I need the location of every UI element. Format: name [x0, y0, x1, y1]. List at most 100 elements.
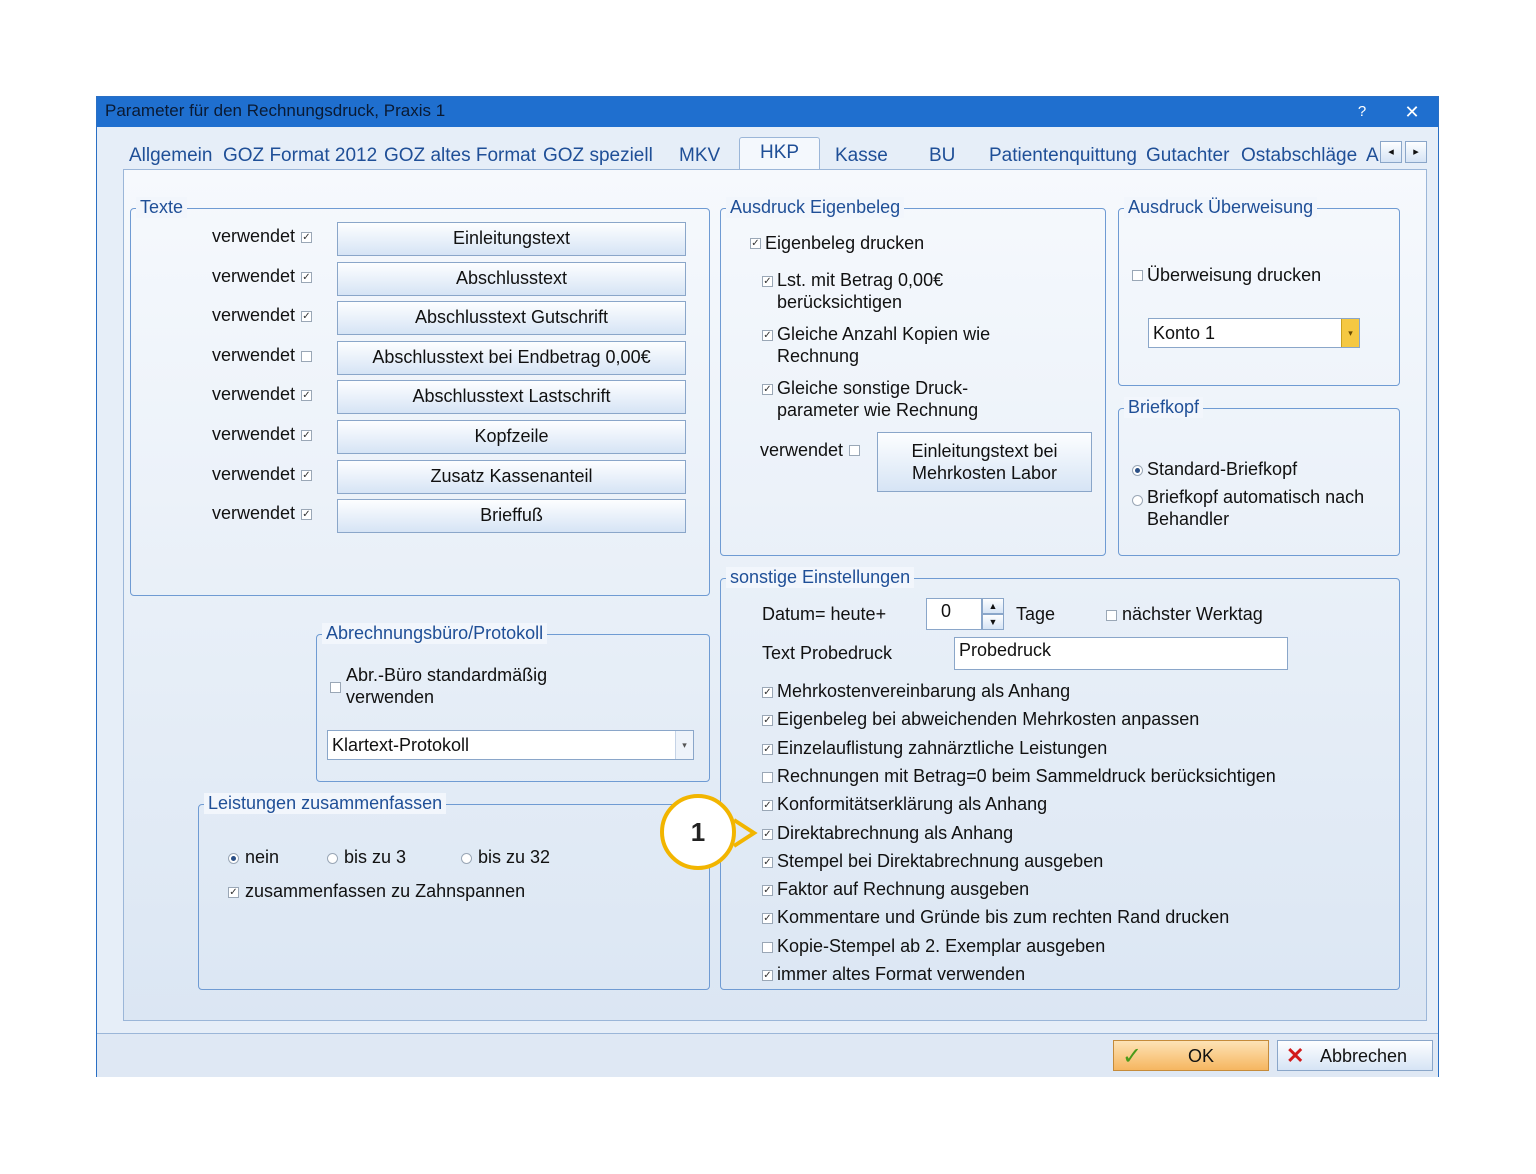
texte-edit-button[interactable]: Kopfzeile — [337, 420, 686, 454]
help-button[interactable]: ? — [1345, 99, 1379, 125]
ueberweisung-drucken-checkbox[interactable] — [1132, 270, 1143, 281]
chevron-down-icon[interactable]: ▾ — [675, 731, 693, 759]
zusammenfassen-bis32-radio[interactable] — [461, 853, 472, 864]
texte-used-checkbox[interactable]: ✓ — [301, 470, 312, 481]
konto-select[interactable]: Konto 1 ▾ — [1148, 318, 1360, 348]
zahnspannen-checkbox[interactable]: ✓ — [228, 887, 239, 898]
gleiche-druckparameter-label-line2: parameter wie Rechnung — [777, 400, 979, 420]
window-title: Parameter für den Rechnungsdruck, Praxis… — [105, 101, 446, 120]
spin-up-button[interactable]: ▲ — [982, 598, 1004, 614]
sonstige-option-checkbox[interactable] — [762, 771, 773, 783]
sonstige-option-label: Eigenbeleg bei abweichenden Mehrkosten a… — [777, 709, 1200, 730]
sonstige-option-label: immer altes Format verwenden — [777, 964, 1026, 984]
chevron-down-icon[interactable]: ▾ — [1341, 319, 1359, 347]
texte-used-checkbox[interactable]: ✓ — [301, 311, 312, 322]
abrechnungsbuero-legend: Abrechnungsbüro/Protokoll — [322, 623, 548, 644]
probedruck-input[interactable]: Probedruck — [954, 637, 1288, 670]
sonstige-option-checkbox[interactable]: ✓ — [762, 800, 773, 812]
ok-button[interactable]: ✓ OK — [1113, 1040, 1269, 1071]
abr-buero-standard-label-line1: Abr.-Büro standardmäßig — [346, 665, 548, 685]
briefkopf-auto-label-line2: Behandler — [1147, 509, 1230, 529]
mehrkosten-labor-used-label: verwendet — [760, 440, 844, 460]
sonstige-option-label: Stempel bei Direktabrechnung ausgeben — [777, 850, 1104, 871]
texte-used-checkbox[interactable]: ✓ — [301, 509, 312, 520]
lst-betrag-checkbox[interactable]: ✓ — [762, 276, 773, 287]
cancel-button-label: Abbrechen — [1320, 1046, 1408, 1066]
gleiche-kopien-checkbox[interactable]: ✓ — [762, 330, 773, 341]
texte-edit-button[interactable]: Brieffuß — [337, 499, 686, 533]
tab-ostabschlaege[interactable]: Ostabschläge — [1241, 145, 1357, 167]
cancel-button[interactable]: ✕ Abbrechen — [1277, 1040, 1433, 1071]
tab-scroll-left-button[interactable]: ◂ — [1380, 141, 1402, 163]
abr-buero-standard-checkbox[interactable] — [330, 682, 341, 693]
texte-edit-button[interactable]: Einleitungstext — [337, 222, 686, 256]
leistungen-legend: Leistungen zusammenfassen — [204, 793, 447, 814]
texte-used-label: verwendet — [212, 384, 296, 404]
texte-used-label: verwendet — [212, 503, 296, 523]
eigenbeleg-drucken-label: Eigenbeleg drucken — [765, 233, 925, 253]
close-button[interactable]: ✕ — [1395, 99, 1429, 125]
sonstige-option-checkbox[interactable] — [762, 941, 773, 953]
briefkopf-auto-label-line1: Briefkopf automatisch nach — [1147, 487, 1365, 507]
zusammenfassen-bis3-label: bis zu 3 — [344, 847, 407, 867]
checkmark-icon: ✓ — [1122, 1043, 1143, 1070]
sonstige-option-label: Kopie-Stempel ab 2. Exemplar ausgeben — [777, 935, 1106, 956]
tab-mkv[interactable]: MKV — [679, 145, 720, 167]
tab-goz-speziell[interactable]: GOZ speziell — [543, 145, 653, 167]
tab-goz-altes-format[interactable]: GOZ altes Format — [384, 145, 536, 167]
naechster-werktag-checkbox[interactable] — [1106, 610, 1117, 621]
tab-gutachter[interactable]: Gutachter — [1146, 145, 1229, 167]
gleiche-kopien-label-line2: Rechnung — [777, 346, 860, 366]
tab-patientenquittung[interactable]: Patientenquittung — [989, 145, 1137, 167]
zusammenfassen-bis3-radio[interactable] — [327, 853, 338, 864]
tab-strip: Allgemein GOZ Format 2012 GOZ altes Form… — [97, 127, 1438, 174]
tab-goz-format-2012[interactable]: GOZ Format 2012 — [223, 145, 377, 167]
tab-allgemein[interactable]: Allgemein — [129, 145, 212, 167]
sonstige-option-checkbox[interactable]: ✓ — [762, 828, 773, 840]
sonstige-option-checkbox[interactable]: ✓ — [762, 856, 773, 868]
texte-edit-button[interactable]: Abschlusstext Lastschrift — [337, 380, 686, 414]
tab-scroll-right-button[interactable]: ▸ — [1405, 141, 1427, 163]
mehrkosten-labor-used-checkbox[interactable] — [849, 445, 860, 456]
sonstige-option-checkbox[interactable]: ✓ — [762, 913, 773, 925]
zusammenfassen-nein-radio[interactable] — [228, 853, 239, 864]
tab-kasse[interactable]: Kasse — [835, 145, 888, 167]
dialog-footer: ✓ OK ✕ Abbrechen — [97, 1033, 1438, 1077]
tab-bu[interactable]: BU — [929, 145, 955, 167]
sonstige-option-checkbox[interactable]: ✓ — [762, 885, 773, 897]
texte-used-checkbox[interactable]: ✓ — [301, 232, 312, 243]
texte-edit-button[interactable]: Zusatz Kassenanteil — [337, 460, 686, 494]
sonstige-option-checkbox[interactable]: ✓ — [762, 970, 773, 981]
eigenbeleg-drucken-checkbox[interactable]: ✓ — [750, 238, 761, 249]
sonstige-option-checkbox[interactable]: ✓ — [762, 687, 773, 698]
sonstige-option-checkbox[interactable]: ✓ — [762, 743, 773, 755]
protokoll-select[interactable]: Klartext-Protokoll ▾ — [327, 730, 694, 760]
sonstige-option-label: Rechnungen mit Betrag=0 beim Sammeldruck… — [777, 765, 1276, 786]
datum-label: Datum= heute+ — [762, 604, 887, 624]
texte-edit-button[interactable]: Abschlusstext bei Endbetrag 0,00€ — [337, 341, 686, 375]
texte-edit-button[interactable]: Abschlusstext Gutschrift — [337, 301, 686, 335]
zusammenfassen-nein-label: nein — [245, 847, 280, 867]
lst-betrag-label-line2: berücksichtigen — [777, 292, 903, 312]
sonstige-option-label: Direktabrechnung als Anhang — [777, 822, 1014, 843]
texte-used-checkbox[interactable]: ✓ — [301, 272, 312, 283]
tab-a[interactable]: A — [1366, 145, 1379, 167]
naechster-werktag-label: nächster Werktag — [1122, 604, 1263, 624]
texte-used-checkbox[interactable]: ✓ — [301, 430, 312, 441]
texte-used-label: verwendet — [212, 464, 296, 484]
zahnspannen-label: zusammenfassen zu Zahnspannen — [245, 881, 526, 901]
datum-offset-input[interactable]: 0 — [926, 598, 982, 630]
gleiche-druckparameter-checkbox[interactable]: ✓ — [762, 384, 773, 395]
texte-used-checkbox[interactable]: ✓ — [301, 390, 312, 401]
spin-down-button[interactable]: ▼ — [982, 614, 1004, 630]
sonstige-option-checkbox[interactable]: ✓ — [762, 715, 773, 727]
sonstige-option-label: Faktor auf Rechnung ausgeben — [777, 879, 1030, 900]
briefkopf-auto-radio[interactable] — [1132, 495, 1143, 506]
ueberweisung-legend: Ausdruck Überweisung — [1124, 197, 1318, 218]
texte-legend: Texte — [136, 197, 188, 218]
texte-used-checkbox[interactable] — [301, 351, 312, 362]
texte-edit-button[interactable]: Abschlusstext — [337, 262, 686, 296]
sonstige-einstellungen-legend: sonstige Einstellungen — [726, 567, 915, 588]
einleitungstext-mehrkosten-labor-button[interactable]: Einleitungstext bei Mehrkosten Labor — [877, 432, 1092, 492]
standard-briefkopf-radio[interactable] — [1132, 465, 1143, 476]
